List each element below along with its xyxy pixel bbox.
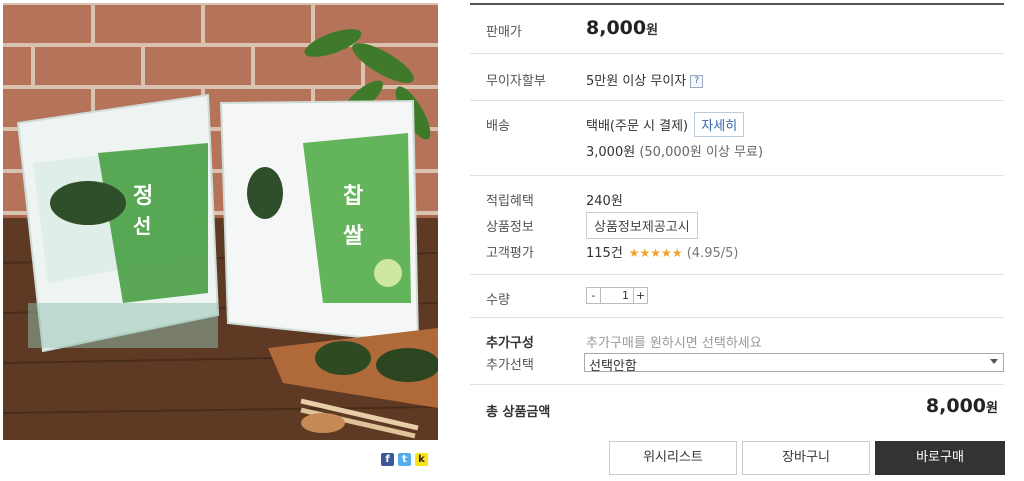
total-unit: 원	[986, 401, 998, 416]
addon-label: 추가구성	[486, 336, 534, 351]
svg-text:선: 선	[133, 214, 151, 238]
price-unit: 원	[646, 23, 659, 38]
shipping-section: 배송 택배(주문 시 결제) 자세히 3,000원 (50,000원 이상 무료…	[470, 101, 1004, 176]
shipping-fee-amount: 3,000원	[586, 145, 636, 160]
addon-section: 추가구성 추가구매를 원하시면 선택하세요 추가선택 선택안함	[470, 318, 1004, 385]
rating-stars-icon: ★★★★★	[628, 246, 683, 260]
shipping-label: 배송	[486, 119, 510, 134]
product-photo-illustration: 정 선 찹 쌀	[3, 3, 438, 440]
share-icons: f t k	[381, 453, 428, 466]
addon-select-label: 추가선택	[486, 358, 534, 373]
review-label: 고객평가	[486, 246, 534, 261]
chevron-down-icon	[990, 359, 998, 364]
benefits-section: 적립혜택 240원 상품정보 상품정보제공고시 고객평가 115건 ★★★★★ (…	[470, 176, 1004, 275]
quantity-minus-button[interactable]: -	[587, 288, 601, 303]
price-section: 판매가 8,000원	[470, 5, 1004, 54]
review-value: 115건 ★★★★★ (4.95/5)	[586, 242, 738, 261]
quantity-plus-button[interactable]: +	[633, 288, 647, 303]
addon-placeholder: 추가구매를 원하시면 선택하세요	[586, 336, 762, 351]
wishlist-button[interactable]: 위시리스트	[609, 441, 737, 475]
add-to-cart-button[interactable]: 장바구니	[742, 441, 870, 475]
price-amount: 8,000	[586, 17, 647, 39]
installment-value: 5만원 이상 무이자?	[586, 70, 704, 89]
help-icon[interactable]: ?	[690, 75, 704, 88]
installment-label: 무이자할부	[486, 74, 546, 89]
quantity-stepper: - 1 +	[586, 287, 648, 304]
quantity-input[interactable]: 1	[601, 288, 633, 303]
product-image: 정 선 찹 쌀	[3, 3, 438, 440]
installment-section: 무이자할부 5만원 이상 무이자?	[470, 54, 1004, 101]
shipping-method-text: 택배(주문 시 결제)	[586, 119, 689, 134]
kakao-icon[interactable]: k	[415, 453, 428, 466]
quantity-label: 수량	[486, 293, 510, 308]
addon-select[interactable]: 선택안함	[584, 353, 1004, 374]
shipping-fee-note: (50,000원 이상 무료)	[639, 145, 764, 160]
price-label: 판매가	[486, 25, 522, 40]
svg-text:찹: 찹	[343, 184, 363, 209]
product-info-label: 상품정보	[486, 220, 534, 235]
total-amount: 8,000	[925, 395, 987, 417]
review-score: (4.95/5)	[686, 246, 739, 261]
total-label: 총 상품금액	[486, 405, 551, 420]
svg-text:정: 정	[133, 184, 153, 209]
buy-now-button[interactable]: 바로구매	[875, 441, 1005, 475]
twitter-icon[interactable]: t	[398, 453, 411, 466]
review-count[interactable]: 115건	[586, 246, 623, 261]
shipping-detail-button[interactable]: 자세히	[694, 112, 745, 137]
addon-select-value: 선택안함	[589, 359, 637, 374]
installment-text: 5만원 이상 무이자	[586, 74, 687, 89]
product-notice-button[interactable]: 상품정보제공고시	[586, 212, 698, 239]
total-value: 8,000원	[926, 395, 998, 417]
svg-text:쌀: 쌀	[343, 224, 363, 249]
facebook-icon[interactable]: f	[381, 453, 394, 466]
shipping-method: 택배(주문 시 결제) 자세히	[586, 112, 745, 137]
points-label: 적립혜택	[486, 194, 534, 209]
points-value: 240원	[586, 194, 623, 209]
price-value: 8,000원	[586, 17, 658, 39]
total-section: 총 상품금액 8,000원	[470, 385, 1004, 431]
product-info-panel: 판매가 8,000원 무이자할부 5만원 이상 무이자? 배송 택배(주문 시 …	[470, 3, 1004, 431]
shipping-fee: 3,000원 (50,000원 이상 무료)	[586, 141, 763, 160]
action-buttons: 위시리스트 장바구니 바로구매	[609, 441, 1005, 475]
quantity-section: 수량 - 1 +	[470, 275, 1004, 318]
